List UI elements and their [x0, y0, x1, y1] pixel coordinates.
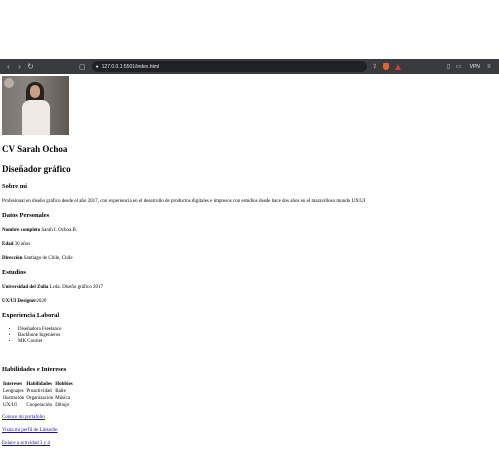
table-cell: Organización: [26, 396, 54, 401]
skills-table: Intereses Habilidades Hobbies Lenguajes …: [2, 381, 74, 409]
table-row: Ilustración Organización Música: [2, 395, 74, 402]
table-cell: Ilustración: [3, 396, 25, 401]
skills-heading: Habilidades e Intereses: [2, 366, 67, 373]
menu-icon[interactable]: ≡: [484, 64, 494, 70]
wallet-icon[interactable]: ▭: [454, 63, 464, 70]
back-arrow-icon[interactable]: ‹: [3, 62, 14, 71]
sidebar-icon[interactable]: ▯: [444, 63, 454, 70]
portfolio-link[interactable]: Conoce mi portafolio: [2, 415, 497, 421]
age-value: 30 años: [14, 242, 31, 247]
fullname-value: Sarah I. Ochoa B.: [41, 228, 78, 233]
study1-value: Lcda. Diseño gráfico 2017: [49, 285, 103, 290]
blank-top-area: [0, 0, 499, 59]
role-title: Diseñador gráfico: [2, 164, 71, 174]
address-value: Santiago de Chile, Chile: [23, 256, 73, 261]
studies-heading: Estudios: [2, 269, 26, 276]
about-text: Profesional en diseño gráfico desde el a…: [2, 199, 366, 204]
study2-value: 2020: [36, 299, 47, 304]
table-header: Habilidades: [26, 382, 52, 387]
personal-heading: Datos Personales: [2, 212, 50, 219]
cv-page: CV Sarah Ochoa Diseñador gráfico Sobre m…: [2, 76, 497, 454]
table-row: UX/UI Cooperación Dibujo: [2, 402, 74, 409]
table-cell: Cooperación: [26, 403, 52, 408]
table-header: Intereses: [3, 382, 23, 387]
address-bar[interactable]: ● 127.0.0.1:5501/index.html: [91, 61, 367, 72]
age-label: Edad: [2, 242, 14, 247]
table-cell: Baile: [55, 389, 66, 394]
table-header-row: Intereses Habilidades Hobbies: [2, 381, 74, 388]
list-item: MK Courier: [18, 339, 497, 345]
address-row: Dirección Santiago de Chile, Chile: [2, 255, 497, 262]
fullname-row: Nombre completo Sarah I. Ochoa B.: [2, 227, 497, 234]
table-cell: Proactividad: [26, 389, 52, 394]
brave-rewards-icon[interactable]: [394, 63, 401, 70]
brave-shield-icon[interactable]: [382, 63, 389, 70]
browser-toolbar: ‹ › ↻ ▢ ● 127.0.0.1:5501/index.html ⇪ ▯ …: [0, 59, 499, 74]
share-icon[interactable]: ⇪: [370, 63, 380, 70]
study2-row: UX/UI Designer2020: [2, 298, 497, 305]
table-row: Lenguajes Proactividad Baile: [2, 388, 74, 395]
study1-label: Universidad del Zulia: [2, 285, 49, 290]
table-cell: Lenguajes: [3, 389, 24, 394]
about-heading: Sobre mí: [2, 183, 27, 190]
bookmark-icon[interactable]: ▢: [79, 63, 86, 71]
fullname-label: Nombre completo: [2, 228, 41, 233]
url-text: 127.0.0.1:5501/index.html: [101, 63, 160, 70]
table-header: Hobbies: [55, 382, 73, 387]
table-cell: Dibujo: [55, 403, 70, 408]
activity-link[interactable]: Enlace a actividad 3 y 4: [2, 441, 497, 447]
site-info-icon[interactable]: ●: [96, 64, 99, 70]
study2-label: UX/UI Designer: [2, 299, 37, 304]
page-title: CV Sarah Ochoa: [2, 144, 68, 154]
reload-icon[interactable]: ↻: [25, 62, 36, 71]
experience-list: Diseñadora Freelance Backbone Ingenieros…: [2, 327, 497, 345]
table-cell: UX/UI: [3, 403, 17, 408]
experience-heading: Experiencia Laboral: [2, 312, 60, 319]
age-row: Edad 30 años: [2, 241, 497, 248]
linkedin-link[interactable]: Visita mi perfil de Linkedin: [2, 428, 497, 434]
study1-row: Universidad del Zulia Lcda. Diseño gráfi…: [2, 284, 497, 291]
forward-arrow-icon[interactable]: ›: [14, 62, 25, 71]
address-label: Dirección: [2, 256, 23, 261]
table-cell: Música: [55, 396, 70, 401]
profile-photo: [2, 76, 69, 135]
vpn-button[interactable]: VPN: [470, 64, 480, 70]
